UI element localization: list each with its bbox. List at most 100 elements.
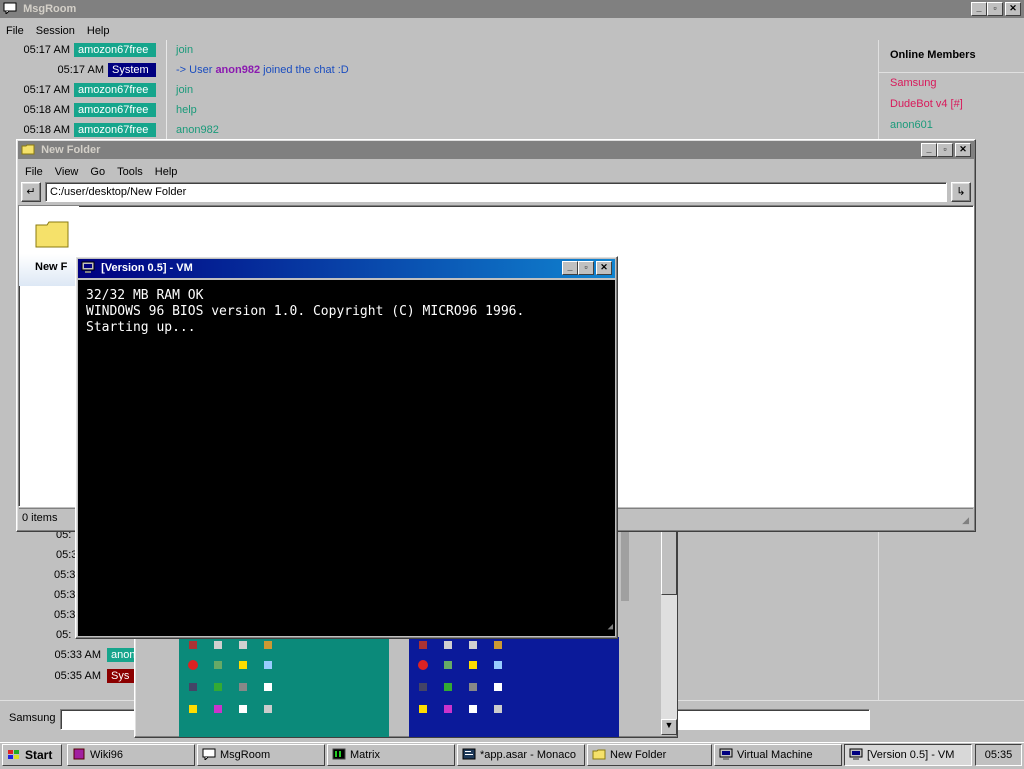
taskbar-item-matrix[interactable]: Matrix <box>327 744 455 766</box>
desktop-thumbnail-blue[interactable] <box>409 637 619 737</box>
member-item[interactable]: anon601 <box>890 119 933 131</box>
message-user[interactable]: amozon67free <box>74 43 156 57</box>
menu-file[interactable]: File <box>0 21 30 41</box>
message-text: join <box>176 44 194 56</box>
taskbar-item-label: New Folder <box>610 749 667 761</box>
minimize-button[interactable]: _ <box>921 143 937 157</box>
back-arrow-icon: ↵ <box>26 186 36 198</box>
msgroom-title: MsgRoom <box>23 3 77 15</box>
menu-view[interactable]: View <box>49 162 85 182</box>
chat-message: 05:35 AM Sys <box>0 666 141 686</box>
desktop-thumbnail-teal[interactable] <box>179 637 389 737</box>
menu-tools[interactable]: Tools <box>111 162 149 182</box>
message-user[interactable]: amozon67free <box>74 83 156 97</box>
vm-icon <box>719 748 733 761</box>
menu-help[interactable]: Help <box>81 21 116 41</box>
start-label: Start <box>25 748 53 762</box>
desktop-icons-grid <box>418 641 502 713</box>
close-button[interactable]: ✕ <box>1005 2 1021 16</box>
message-user[interactable]: System <box>108 63 156 77</box>
address-path: C:/user/desktop/New Folder <box>50 186 187 198</box>
folder-icon <box>592 749 606 760</box>
windows-logo-icon <box>8 749 19 759</box>
menu-file[interactable]: File <box>19 162 49 182</box>
message-time: 05:18 AM <box>23 124 70 136</box>
folder-icon <box>21 144 35 155</box>
close-button[interactable]: ✕ <box>955 143 971 157</box>
system-tray-clock: 05:35 <box>975 744 1022 766</box>
close-button[interactable]: ✕ <box>596 261 612 275</box>
console-line: Starting up... <box>86 320 196 335</box>
vm-console-window: [Version 0.5] - VM _ ▫ ✕ 32/32 MB RAM OK… <box>75 256 618 639</box>
resize-grip-icon[interactable]: ◢ <box>962 515 969 526</box>
maximize-button[interactable]: ▫ <box>937 143 953 157</box>
chat-time-partial: 05:3 <box>54 609 76 621</box>
minimize-button[interactable]: _ <box>971 2 987 16</box>
chat-message: 05:18 AM amozon67free anon982 <box>0 120 878 140</box>
console-line: 32/32 MB RAM OK <box>86 288 204 303</box>
message-text: anon982 <box>176 124 219 136</box>
menu-session[interactable]: Session <box>30 21 81 41</box>
wiki-icon <box>73 748 85 760</box>
msgroom-menubar: File Session Help <box>0 21 1024 41</box>
vm-title: [Version 0.5] - VM <box>101 262 193 274</box>
vm-icon <box>81 261 95 274</box>
explorer-titlebar[interactable]: New Folder _ ▫ ✕ <box>18 141 974 159</box>
start-button[interactable]: Start <box>2 744 62 766</box>
chat-time-partial: 05:3 <box>54 569 76 581</box>
taskbar-item-vm-console[interactable]: [Version 0.5] - VM <box>844 744 972 766</box>
folder-label: New F <box>35 261 68 273</box>
maximize-button[interactable]: ▫ <box>578 261 594 275</box>
message-text: -> User anon982 joined the chat :D <box>176 64 349 76</box>
taskbar-item-new-folder[interactable]: New Folder <box>587 744 712 766</box>
chat-message: 05:17 AM amozon67free join <box>0 80 878 100</box>
chat-icon <box>202 748 216 761</box>
chat-message: 05:18 AM amozon67free help <box>0 100 878 120</box>
menu-help[interactable]: Help <box>149 162 184 182</box>
back-button[interactable]: ↵ <box>21 182 41 202</box>
taskbar-item-wiki96[interactable]: Wiki96 <box>67 744 195 766</box>
taskbar-item-label: Matrix <box>350 749 380 761</box>
clock-text: 05:35 <box>984 749 1013 761</box>
explorer-menubar: File View Go Tools Help <box>19 162 975 182</box>
chat-icon <box>3 2 17 15</box>
chat-message: 05:17 AM System -> User anon982 joined t… <box>0 60 878 80</box>
message-text: help <box>176 104 197 116</box>
folder-item[interactable]: New F <box>19 206 79 286</box>
message-user[interactable]: amozon67free <box>74 123 156 137</box>
maximize-button[interactable]: ▫ <box>987 2 1003 16</box>
message-user[interactable]: amozon67free <box>74 103 156 117</box>
msgroom-titlebar[interactable]: MsgRoom _ ▫ ✕ <box>0 0 1024 18</box>
member-item[interactable]: DudeBot v4 [#] <box>890 98 963 110</box>
taskbar-item-label: [Version 0.5] - VM <box>867 749 955 761</box>
chat-message: 05:33 AM anon <box>0 645 141 665</box>
input-user-label: Samsung <box>9 712 56 724</box>
message-time: 05:33 AM <box>54 649 101 661</box>
taskbar-item-label: Wiki96 <box>90 749 124 761</box>
online-members-title: Online Members <box>890 49 976 61</box>
vm-titlebar[interactable]: [Version 0.5] - VM _ ▫ ✕ <box>78 259 615 278</box>
message-text: join <box>176 84 194 96</box>
minimize-button[interactable]: _ <box>562 261 578 275</box>
go-button[interactable]: ↳ <box>951 182 971 202</box>
resize-grip-icon[interactable]: ◢ <box>608 619 613 635</box>
taskbar-item-monaco[interactable]: *app.asar - Monaco <box>457 744 585 766</box>
taskbar-item-msgroom[interactable]: MsgRoom <box>197 744 325 766</box>
status-text: 0 items <box>22 512 58 524</box>
message-time: 05:18 AM <box>23 104 70 116</box>
menu-go[interactable]: Go <box>84 162 111 182</box>
message-mention[interactable]: anon982 <box>215 64 260 76</box>
matrix-icon <box>332 748 346 760</box>
member-item[interactable]: Samsung <box>890 77 936 89</box>
desktop-icons-grid <box>188 641 272 713</box>
explorer-title: New Folder <box>41 144 101 156</box>
console-line: WINDOWS 96 BIOS version 1.0. Copyright (… <box>86 304 525 319</box>
vm-console-screen[interactable]: 32/32 MB RAM OK WINDOWS 96 BIOS version … <box>78 280 615 636</box>
message-time: 05:35 AM <box>54 670 101 682</box>
taskbar-item-virtual-machine[interactable]: Virtual Machine <box>714 744 842 766</box>
message-time: 05:17 AM <box>23 44 70 56</box>
chat-time-partial: 05:3 <box>54 589 76 601</box>
scroll-down-button[interactable]: ▼ <box>661 719 677 735</box>
address-bar[interactable]: C:/user/desktop/New Folder <box>45 182 947 202</box>
chat-time-partial: 05: <box>56 629 72 641</box>
